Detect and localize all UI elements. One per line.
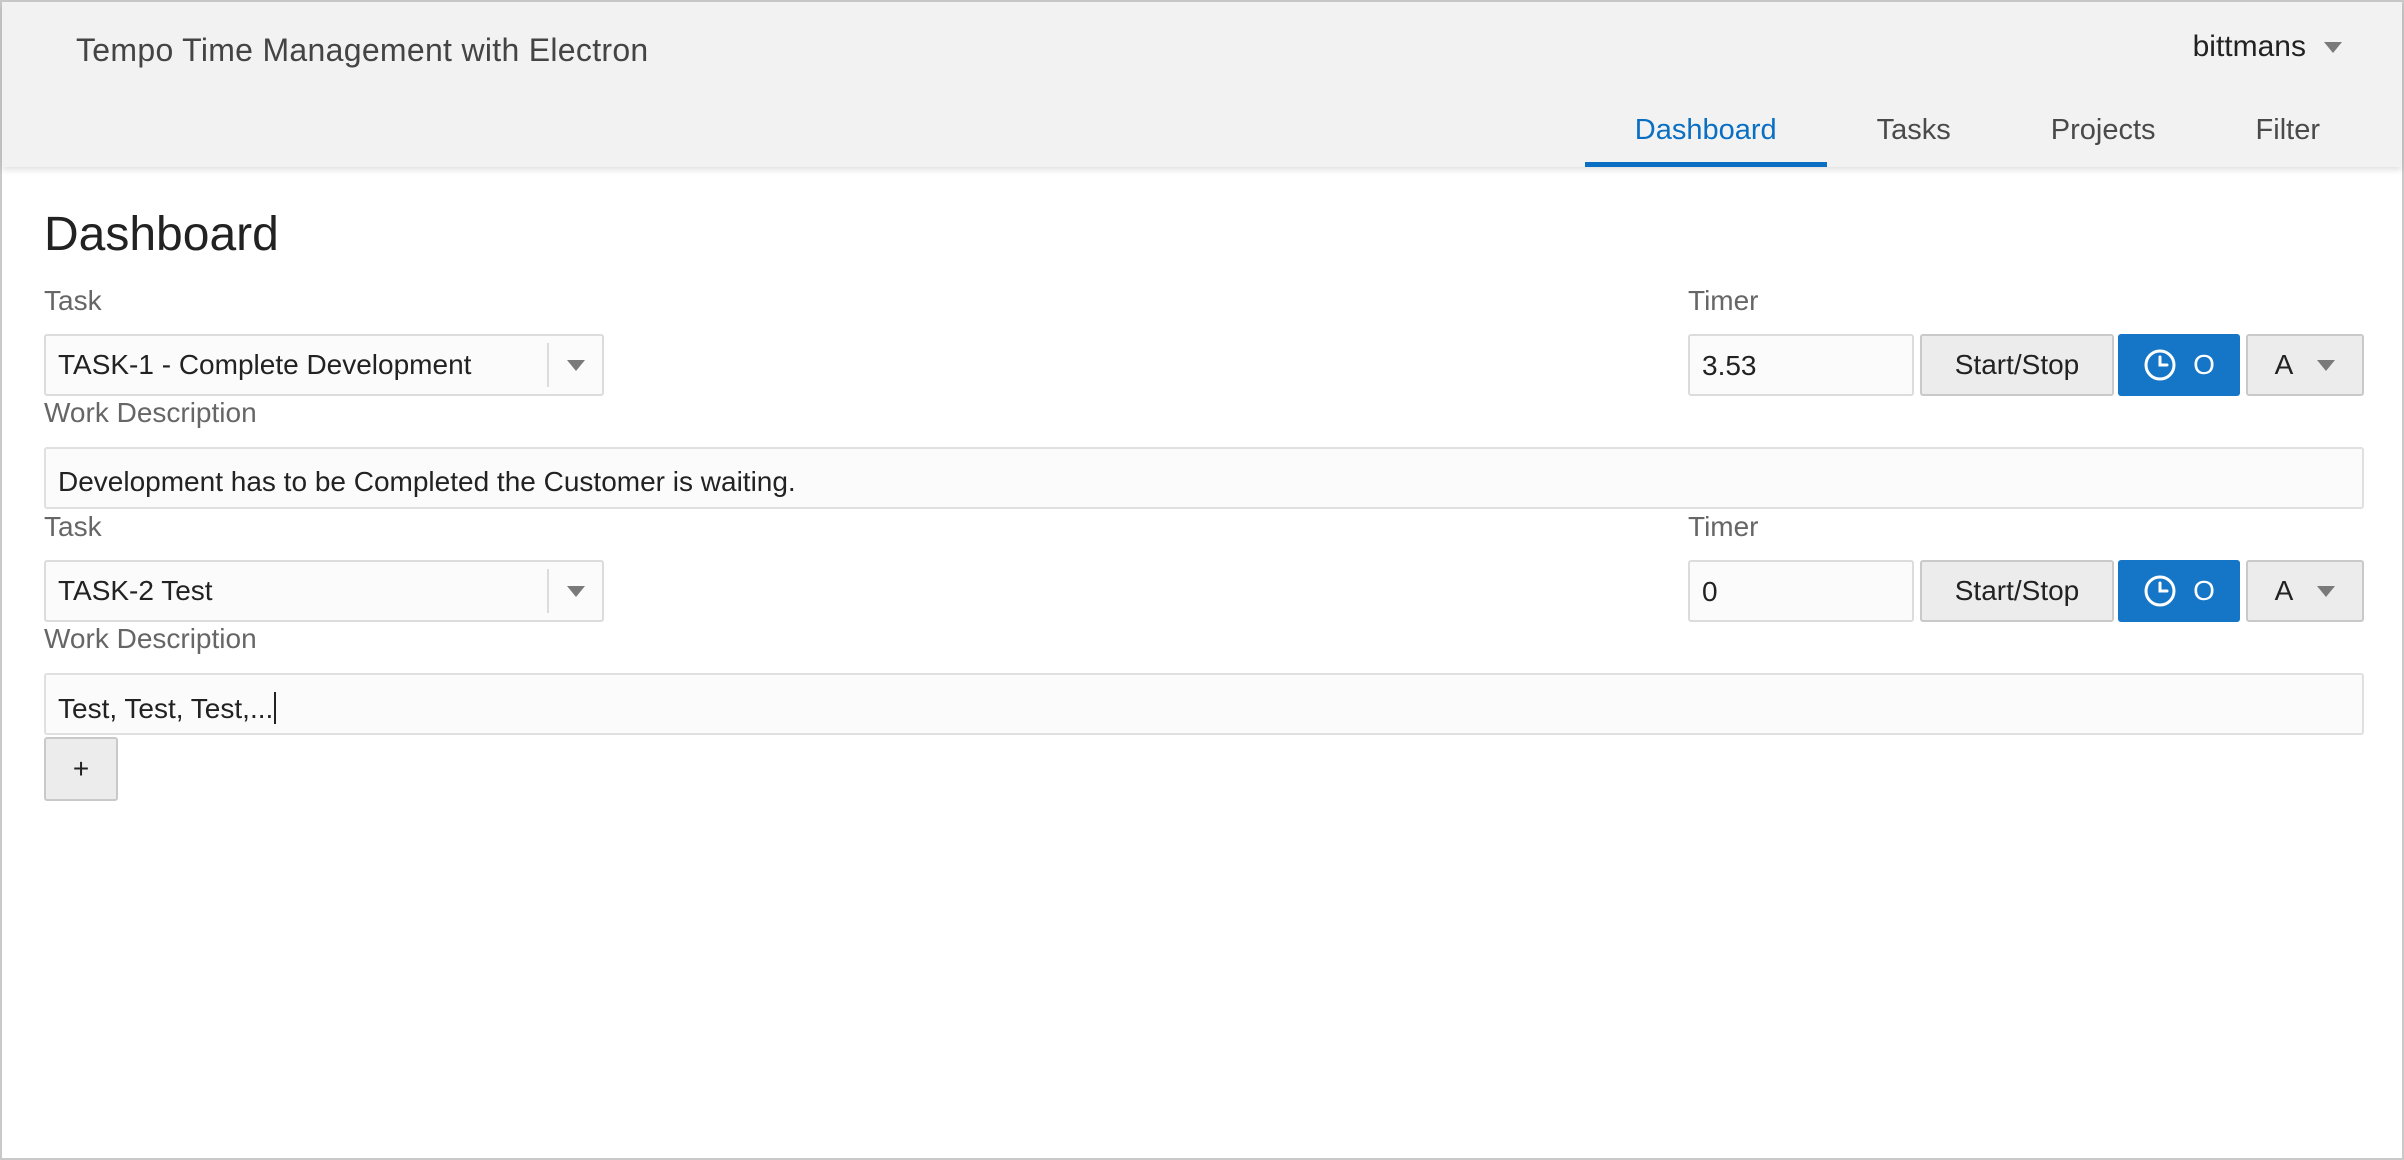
app-header: Tempo Time Management with Electron bitt… bbox=[2, 2, 2402, 167]
text-cursor bbox=[274, 692, 277, 724]
chevron-down-icon bbox=[2324, 41, 2342, 53]
tab-tasks[interactable]: Tasks bbox=[1827, 102, 2001, 167]
mode-dropdown-label: A bbox=[2274, 349, 2294, 380]
work-description-label: Work Description bbox=[44, 397, 257, 428]
app-title: Tempo Time Management with Electron bbox=[76, 32, 649, 68]
page-title: Dashboard bbox=[44, 208, 279, 261]
caret-down-icon bbox=[566, 359, 585, 371]
task-label: Task bbox=[44, 511, 102, 542]
task-select[interactable]: TASK-1 - Complete Development bbox=[44, 334, 604, 396]
clock-icon bbox=[2144, 575, 2176, 607]
clock-button[interactable]: O bbox=[2118, 334, 2240, 396]
app-window: Tempo Time Management with Electron bitt… bbox=[0, 0, 2404, 1160]
task-select[interactable]: TASK-2 Test bbox=[44, 560, 604, 622]
timer-label: Timer bbox=[1688, 285, 1759, 316]
timer-input[interactable]: 3.53 bbox=[1688, 334, 1914, 396]
main-content: Dashboard Task TASK-1 - Complete Develop… bbox=[44, 167, 2364, 1157]
caret-down-icon bbox=[2317, 585, 2336, 597]
task-select-toggle[interactable] bbox=[547, 569, 602, 613]
task-select-value: TASK-2 Test bbox=[58, 575, 213, 606]
user-menu[interactable]: bittmans bbox=[2193, 30, 2342, 64]
work-description-label: Work Description bbox=[44, 623, 257, 654]
task-select-value: TASK-1 - Complete Development bbox=[58, 349, 472, 380]
clock-button-label: O bbox=[2193, 349, 2215, 380]
add-entry-button[interactable]: + bbox=[44, 737, 118, 801]
clock-button[interactable]: O bbox=[2118, 560, 2240, 622]
timer-input[interactable]: 0 bbox=[1688, 560, 1914, 622]
mode-dropdown[interactable]: A bbox=[2246, 334, 2364, 396]
start-stop-button[interactable]: Start/Stop bbox=[1920, 334, 2114, 396]
mode-dropdown-label: A bbox=[2274, 575, 2294, 606]
tab-projects[interactable]: Projects bbox=[2001, 102, 2206, 167]
mode-dropdown[interactable]: A bbox=[2246, 560, 2364, 622]
nav-tabs: Dashboard Tasks Projects Filter bbox=[1584, 102, 2370, 167]
work-description-input[interactable]: Development has to be Completed the Cust… bbox=[44, 447, 2364, 509]
task-entry: Task TASK-2 Test Timer 0 Start/Stop O A bbox=[44, 505, 2364, 735]
caret-down-icon bbox=[566, 585, 585, 597]
task-entry: Task TASK-1 - Complete Development Timer… bbox=[44, 279, 2364, 509]
work-description-text: Test, Test, Test,... bbox=[58, 693, 274, 724]
task-select-toggle[interactable] bbox=[547, 343, 602, 387]
clock-icon bbox=[2144, 349, 2176, 381]
clock-button-label: O bbox=[2193, 575, 2215, 606]
tab-filter[interactable]: Filter bbox=[2206, 102, 2370, 167]
timer-label: Timer bbox=[1688, 511, 1759, 542]
user-name: bittmans bbox=[2192, 30, 2306, 63]
work-description-input[interactable]: Test, Test, Test,... bbox=[44, 673, 2364, 735]
start-stop-button[interactable]: Start/Stop bbox=[1920, 560, 2114, 622]
task-label: Task bbox=[44, 285, 102, 316]
caret-down-icon bbox=[2317, 359, 2336, 371]
tab-dashboard[interactable]: Dashboard bbox=[1584, 102, 1827, 167]
